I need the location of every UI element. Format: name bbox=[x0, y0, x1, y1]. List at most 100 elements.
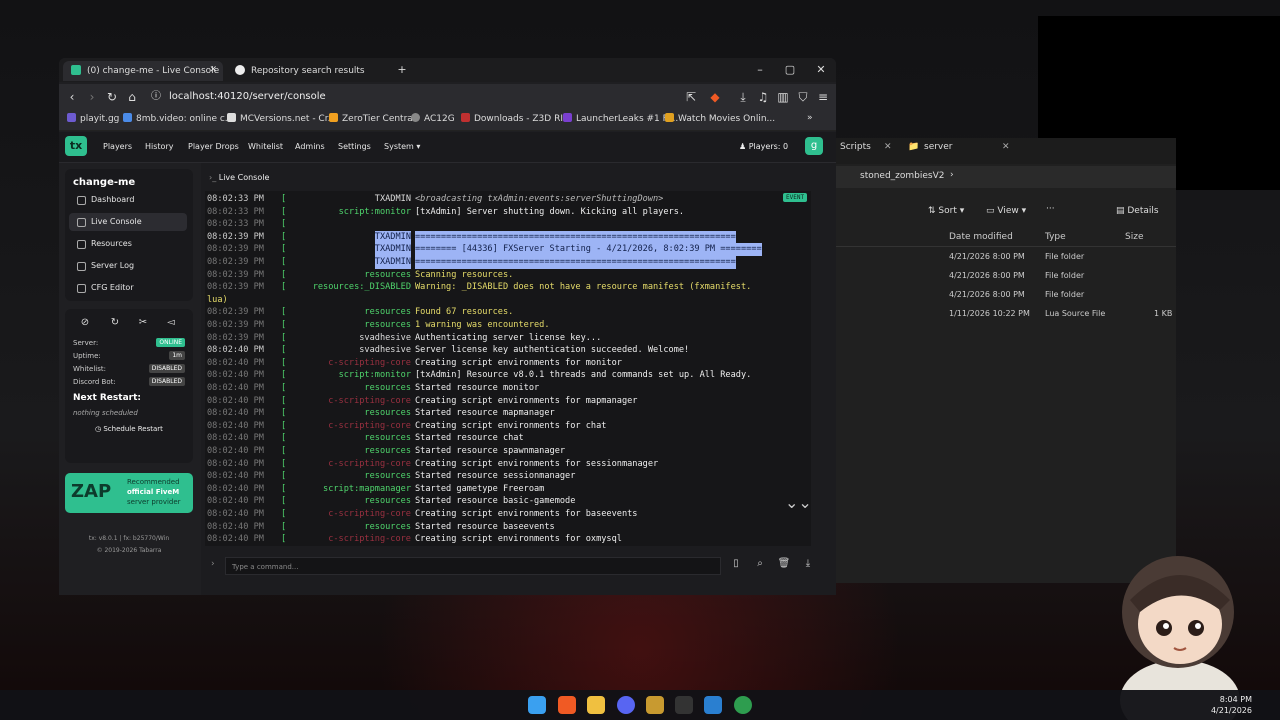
console-message: Creating script environments for mapmana… bbox=[415, 395, 638, 406]
clock-date: 4/21/2026 bbox=[1210, 706, 1252, 715]
players-counter[interactable]: ♟ Players: 0 bbox=[739, 142, 788, 151]
save-icon[interactable]: ▯ bbox=[729, 558, 743, 572]
user-avatar[interactable]: g bbox=[805, 137, 823, 155]
new-tab-icon[interactable]: + bbox=[394, 62, 410, 78]
tab-label: (0) change-me - Live Console bbox=[87, 66, 220, 76]
hs-app-icon[interactable] bbox=[734, 696, 752, 714]
sidebar-item-label: Resources bbox=[91, 239, 132, 248]
bookmark-item[interactable]: LauncherLeaks #1 Fi... bbox=[563, 113, 678, 124]
close-icon[interactable]: ✕ bbox=[884, 142, 892, 152]
more-bookmarks-icon[interactable]: » bbox=[807, 113, 813, 123]
home-icon[interactable]: ⌂ bbox=[124, 89, 140, 105]
column-size[interactable]: Size bbox=[1125, 232, 1143, 242]
announce-icon[interactable]: ◅ bbox=[163, 317, 179, 331]
app-icon[interactable] bbox=[646, 696, 664, 714]
explorer-tab-scripts[interactable]: Scripts bbox=[840, 142, 871, 152]
sidebar-item-dashboard[interactable]: Dashboard bbox=[69, 191, 187, 209]
scroll-to-bottom-icon[interactable]: ⌄⌄ bbox=[785, 493, 812, 512]
windows-start-icon[interactable] bbox=[528, 696, 546, 714]
console-source: svadhesive bbox=[359, 332, 411, 343]
reload-icon[interactable]: ↻ bbox=[104, 89, 120, 105]
info-icon[interactable]: ⓘ bbox=[151, 91, 161, 102]
table-row[interactable]: 4/21/2026 8:00 PM File folder bbox=[836, 286, 1176, 304]
nav-system[interactable]: System ▾ bbox=[384, 142, 420, 151]
breadcrumb[interactable]: stoned_zombiesV2 bbox=[860, 171, 945, 181]
schedule-restart-button[interactable]: ◷ Schedule Restart bbox=[95, 425, 163, 433]
close-icon[interactable]: ✕ bbox=[209, 65, 217, 75]
sidebar-item-resources[interactable]: Resources bbox=[69, 235, 187, 253]
sidebar-item-server-log[interactable]: Server Log bbox=[69, 257, 187, 275]
download-icon[interactable]: ⤓ bbox=[735, 89, 751, 105]
url-input[interactable]: ⓘ localhost:40120/server/console bbox=[147, 87, 687, 107]
bookmark-item[interactable]: 8mb.video: online c... bbox=[123, 113, 233, 124]
tab-live-console[interactable]: (0) change-me - Live Console ✕ bbox=[63, 61, 223, 81]
sidebar-item-cfg-editor[interactable]: CFG Editor bbox=[69, 279, 187, 297]
explorer-address-bar[interactable]: stoned_zombiesV2 › bbox=[836, 166, 1176, 188]
trash-icon[interactable]: 🗑 bbox=[777, 558, 791, 572]
console-line: 08:02:39 PM [svadhesive Authenticating ser… bbox=[205, 332, 811, 345]
close-window-icon[interactable]: ✕ bbox=[813, 62, 829, 78]
dashboard-icon bbox=[77, 196, 86, 205]
explorer-tab-server[interactable]: server bbox=[924, 142, 953, 152]
nav-settings[interactable]: Settings bbox=[338, 142, 371, 151]
bookmark-item[interactable]: MCVersions.net - Cr... bbox=[227, 113, 336, 124]
menu-icon[interactable]: ≡ bbox=[815, 89, 831, 105]
txadmin-logo[interactable]: tx bbox=[65, 136, 87, 156]
console-message: Started resource mapmanager bbox=[415, 408, 555, 419]
table-row[interactable]: 4/21/2026 8:00 PM File folder bbox=[836, 267, 1176, 285]
bookmark-item[interactable]: playit.gg bbox=[67, 113, 119, 124]
bookmark-item[interactable]: Downloads - Z3D RIP bbox=[461, 113, 568, 124]
nav-history[interactable]: History bbox=[145, 142, 173, 151]
nav-admins[interactable]: Admins bbox=[295, 142, 325, 151]
sidebar-toggle-icon[interactable]: ▥ bbox=[775, 89, 791, 105]
zap-hosting-banner[interactable]: ZAP Recommended official FiveM server pr… bbox=[65, 473, 193, 513]
terminal-app-icon[interactable] bbox=[675, 696, 693, 714]
back-icon[interactable]: ‹ bbox=[64, 89, 80, 105]
view-button[interactable]: ▭ View ▾ bbox=[986, 206, 1026, 216]
wallet-icon[interactable]: ⛉ bbox=[795, 89, 811, 105]
system-clock[interactable]: 8:04 PM 4/21/2026 bbox=[1211, 694, 1252, 716]
column-type[interactable]: Type bbox=[1045, 232, 1066, 242]
sort-button[interactable]: ⇅ Sort ▾ bbox=[928, 206, 964, 216]
bookmark-item[interactable]: ZeroTier Central bbox=[329, 113, 415, 124]
nav-player-drops[interactable]: Player Drops bbox=[188, 142, 239, 151]
console-source: c-scripting-core bbox=[328, 458, 411, 469]
console-bracket: [ bbox=[281, 231, 287, 242]
console-timestamp: 08:02:40 PM bbox=[207, 408, 264, 419]
file-explorer-icon[interactable] bbox=[587, 696, 605, 714]
table-row[interactable]: 4/21/2026 8:00 PM File folder bbox=[836, 248, 1176, 266]
bookmark-item[interactable]: Watch Movies Onlin... bbox=[665, 113, 775, 124]
bookmarks-bar: playit.gg 8mb.video: online c... MCVersi… bbox=[59, 110, 836, 131]
maximize-icon[interactable]: ▢ bbox=[782, 62, 798, 78]
file-icon bbox=[77, 284, 86, 293]
bookmark-item[interactable]: AC12G bbox=[411, 113, 455, 124]
command-input[interactable]: Type a command... bbox=[225, 557, 721, 575]
console-message: Started resource basic-gamemode bbox=[415, 496, 576, 507]
nav-whitelist[interactable]: Whitelist bbox=[248, 142, 283, 151]
nav-players[interactable]: Players bbox=[103, 142, 132, 151]
close-icon[interactable]: ✕ bbox=[1002, 142, 1010, 152]
forward-icon[interactable]: › bbox=[84, 89, 100, 105]
search-icon[interactable]: ⌕ bbox=[753, 558, 767, 572]
table-row[interactable]: 1/11/2026 10:22 PM Lua Source File 1 KB bbox=[836, 305, 1176, 323]
details-button[interactable]: ▤ Details bbox=[1116, 206, 1159, 216]
console-output[interactable]: EVENT 08:02:33 PM[TXADMIN <broadcasting t… bbox=[205, 191, 811, 546]
minimize-icon[interactable]: – bbox=[752, 62, 768, 78]
console-bracket: [ bbox=[281, 395, 287, 406]
vscode-icon[interactable] bbox=[704, 696, 722, 714]
download-log-icon[interactable]: ⤓ bbox=[801, 558, 815, 572]
log-icon bbox=[77, 262, 86, 271]
sidebar-item-live-console[interactable]: Live Console bbox=[69, 213, 187, 231]
discord-icon[interactable] bbox=[617, 696, 635, 714]
share-icon[interactable]: ⇱ bbox=[683, 89, 699, 105]
tab-repository-search[interactable]: Repository search results bbox=[229, 61, 389, 81]
column-date[interactable]: Date modified bbox=[949, 232, 1013, 242]
media-icon[interactable]: ♫ bbox=[755, 89, 771, 105]
brave-shield-icon[interactable]: ◆ bbox=[707, 89, 723, 105]
next-restart-value: nothing scheduled bbox=[73, 409, 138, 417]
brave-browser-icon[interactable] bbox=[558, 696, 576, 714]
restart-server-icon[interactable]: ↻ bbox=[107, 317, 123, 331]
more-icon[interactable]: ··· bbox=[1046, 204, 1055, 214]
stop-server-icon[interactable]: ⊘ bbox=[77, 317, 93, 331]
kick-all-icon[interactable]: ✂ bbox=[135, 317, 151, 331]
